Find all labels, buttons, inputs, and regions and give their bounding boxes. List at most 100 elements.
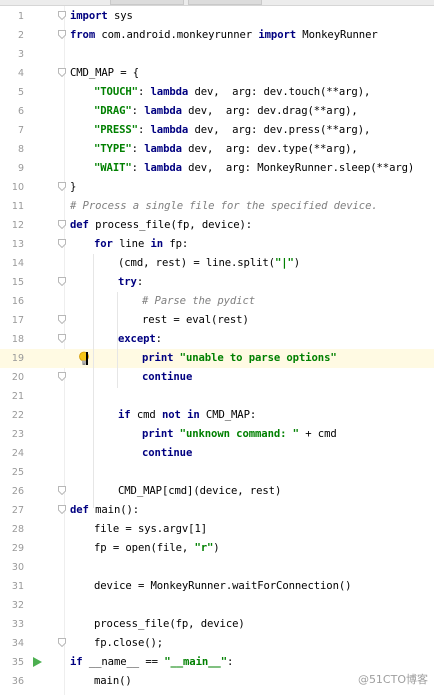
code-line[interactable]: 1 import sys (0, 7, 434, 26)
line-code[interactable]: main() (94, 672, 132, 691)
fold-marker-icon[interactable] (58, 334, 66, 343)
fold-marker-icon[interactable] (58, 486, 66, 495)
fold-marker-icon[interactable] (58, 505, 66, 514)
line-number: 12 (11, 220, 24, 231)
code-line[interactable]: 23 print "unknown command: " + cmd (0, 425, 434, 444)
line-code[interactable]: } (70, 178, 76, 197)
code-line[interactable]: 22 if cmd not in CMD_MAP: (0, 406, 434, 425)
line-code[interactable]: "DRAG": lambda dev, arg: dev.drag(**arg)… (94, 102, 358, 121)
line-number: 28 (11, 524, 24, 535)
code-line[interactable]: 30 (0, 558, 434, 577)
fold-marker-icon[interactable] (58, 315, 66, 324)
code-line[interactable]: 34 fp.close(); (0, 634, 434, 653)
code-line[interactable]: 4 CMD_MAP = { (0, 64, 434, 83)
line-number: 10 (11, 182, 24, 193)
code-line[interactable]: 26 CMD_MAP[cmd](device, rest) (0, 482, 434, 501)
fold-marker-icon[interactable] (58, 30, 66, 39)
line-code[interactable]: rest = eval(rest) (142, 311, 249, 330)
code-line[interactable]: 12 def process_file(fp, device): (0, 216, 434, 235)
fold-marker-icon[interactable] (58, 220, 66, 229)
code-editor[interactable]: 1 import sys 2 from com.android.monkeyrunne… (0, 6, 434, 695)
code-line[interactable]: 24 continue (0, 444, 434, 463)
code-line[interactable]: 25 (0, 463, 434, 482)
code-line[interactable]: 6 "DRAG": lambda dev, arg: dev.drag(**arg… (0, 102, 434, 121)
code-line[interactable]: 31 device = MonkeyRunner.waitForConnectio… (0, 577, 434, 596)
code-line[interactable]: 19 print "unable to parse options" (0, 349, 434, 368)
code-line[interactable]: 14 (cmd, rest) = line.split("|") (0, 254, 434, 273)
code-line[interactable]: 21 (0, 387, 434, 406)
code-line[interactable]: 3 (0, 45, 434, 64)
code-token: : (155, 333, 162, 345)
string-token: "WAIT" (94, 162, 132, 174)
line-code[interactable]: "TYPE": lambda dev, arg: dev.type(**arg)… (94, 140, 358, 159)
code-line[interactable]: 15 try: (0, 273, 434, 292)
line-code[interactable]: if __name__ == "__main__": (70, 653, 233, 672)
line-code[interactable]: print "unknown command: " + cmd (142, 425, 337, 444)
line-code[interactable]: device = MonkeyRunner.waitForConnection(… (94, 577, 352, 596)
keyword-token: print (142, 428, 174, 440)
code-line[interactable]: 18 except: (0, 330, 434, 349)
code-line[interactable]: 7 "PRESS": lambda dev, arg: dev.press(**a… (0, 121, 434, 140)
line-code[interactable]: # Process a single file for the specifie… (70, 197, 378, 216)
line-code[interactable]: CMD_MAP = { (70, 64, 139, 83)
lightbulb-icon[interactable] (78, 351, 90, 366)
line-code[interactable]: def process_file(fp, device): (70, 216, 252, 235)
fold-marker-icon[interactable] (58, 11, 66, 20)
fold-marker-icon[interactable] (58, 182, 66, 191)
keyword-token: print (142, 352, 174, 364)
fold-marker-icon[interactable] (58, 372, 66, 381)
line-code[interactable]: if cmd not in CMD_MAP: (118, 406, 256, 425)
code-line[interactable]: 29 fp = open(file, "r") (0, 539, 434, 558)
line-code[interactable]: import sys (70, 7, 133, 26)
code-token: dev, arg: dev.press(**arg), (188, 124, 371, 136)
code-line[interactable]: 28 file = sys.argv[1] (0, 520, 434, 539)
line-number: 35 (11, 657, 24, 668)
code-line[interactable]: 35 if __name__ == "__main__": (0, 653, 434, 672)
line-code[interactable]: process_file(fp, device) (94, 615, 245, 634)
line-code[interactable]: from com.android.monkeyrunner import Mon… (70, 26, 378, 45)
fold-marker-icon[interactable] (58, 277, 66, 286)
line-code[interactable]: fp = open(file, "r") (94, 539, 220, 558)
line-code[interactable]: try: (118, 273, 143, 292)
keyword-token: in (187, 409, 200, 421)
keyword-token: def (70, 504, 89, 516)
code-token: CMD_MAP: (199, 409, 257, 421)
line-code[interactable]: def main(): (70, 501, 139, 520)
line-code[interactable]: continue (142, 368, 192, 387)
code-token: main(): (88, 504, 140, 516)
fold-marker-icon[interactable] (58, 638, 66, 647)
code-line[interactable]: 27 def main(): (0, 501, 434, 520)
line-code[interactable]: # Parse the pydict (142, 292, 255, 311)
code-line[interactable]: 20 continue (0, 368, 434, 387)
line-code[interactable]: continue (142, 444, 192, 463)
code-line[interactable]: 17 rest = eval(rest) (0, 311, 434, 330)
code-token: com.android.monkeyrunner (95, 29, 259, 41)
fold-marker-icon[interactable] (58, 68, 66, 77)
line-code[interactable]: "PRESS": lambda dev, arg: dev.press(**ar… (94, 121, 370, 140)
code-line[interactable]: 32 (0, 596, 434, 615)
line-code[interactable]: for line in fp: (94, 235, 188, 254)
line-code[interactable]: "WAIT": lambda dev, arg: MonkeyRunner.sl… (94, 159, 414, 178)
code-line[interactable]: 11 # Process a single file for the specif… (0, 197, 434, 216)
code-line[interactable]: 9 "WAIT": lambda dev, arg: MonkeyRunner.s… (0, 159, 434, 178)
code-line[interactable]: 8 "TYPE": lambda dev, arg: dev.type(**arg… (0, 140, 434, 159)
code-line[interactable]: 10} (0, 178, 434, 197)
code-line[interactable]: 2 from com.android.monkeyrunner import Mo… (0, 26, 434, 45)
editor-tab[interactable] (110, 0, 184, 5)
line-code[interactable]: print "unable to parse options" (142, 349, 337, 368)
code-line[interactable]: 13 for line in fp: (0, 235, 434, 254)
line-code[interactable]: file = sys.argv[1] (94, 520, 207, 539)
fold-marker-icon[interactable] (58, 239, 66, 248)
line-code[interactable]: except: (118, 330, 162, 349)
editor-tab[interactable] (188, 0, 262, 5)
run-icon[interactable] (33, 657, 42, 667)
line-number: 15 (11, 277, 24, 288)
code-line[interactable]: 16 # Parse the pydict (0, 292, 434, 311)
line-code[interactable]: (cmd, rest) = line.split("|") (118, 254, 300, 273)
code-line[interactable]: 33 process_file(fp, device) (0, 615, 434, 634)
code-token: } (70, 181, 77, 193)
code-line[interactable]: 5 "TOUCH": lambda dev, arg: dev.touch(**a… (0, 83, 434, 102)
line-code[interactable]: CMD_MAP[cmd](device, rest) (118, 482, 281, 501)
line-code[interactable]: fp.close(); (94, 634, 163, 653)
line-code[interactable]: "TOUCH": lambda dev, arg: dev.touch(**ar… (94, 83, 370, 102)
